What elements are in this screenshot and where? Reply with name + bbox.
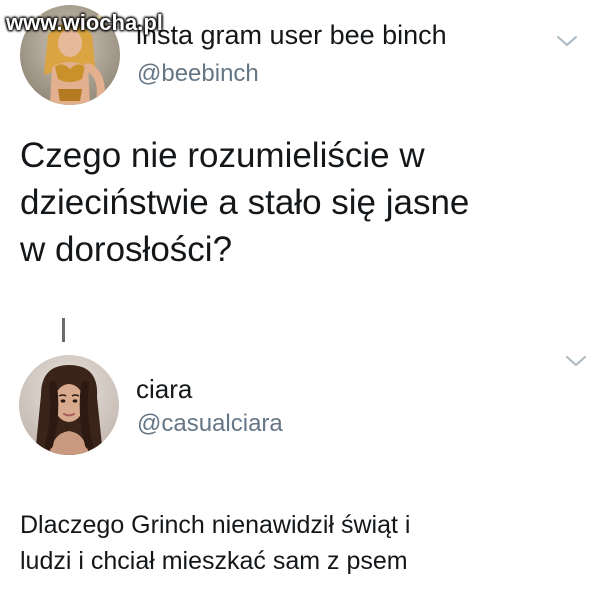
chevron-down-icon[interactable]	[556, 34, 578, 48]
user-avatar[interactable]	[19, 355, 119, 455]
avatar-photo-portrait-icon	[19, 355, 119, 455]
tweet-text: Czego nie rozumieliście w dzieciństwie a…	[20, 136, 470, 269]
user-handle[interactable]: @casualciara	[137, 410, 283, 438]
watermark-text: www.wiocha.pl	[6, 10, 163, 35]
tweet-original[interactable]: insta gram user bee binch @beebinch Czeg…	[0, 0, 607, 330]
tweet-text: Dlaczego Grinch nienawidził świąt i ludz…	[20, 511, 411, 575]
user-handle[interactable]: @beebinch	[137, 60, 259, 88]
display-name[interactable]: ciara	[136, 374, 192, 405]
chevron-down-icon[interactable]	[565, 354, 587, 368]
display-name[interactable]: insta gram user bee binch	[136, 20, 447, 51]
tweet-reply[interactable]: ciara @casualciara Dlaczego Grinch niena…	[0, 330, 607, 613]
site-watermark: www.wiocha.pl	[6, 10, 163, 36]
